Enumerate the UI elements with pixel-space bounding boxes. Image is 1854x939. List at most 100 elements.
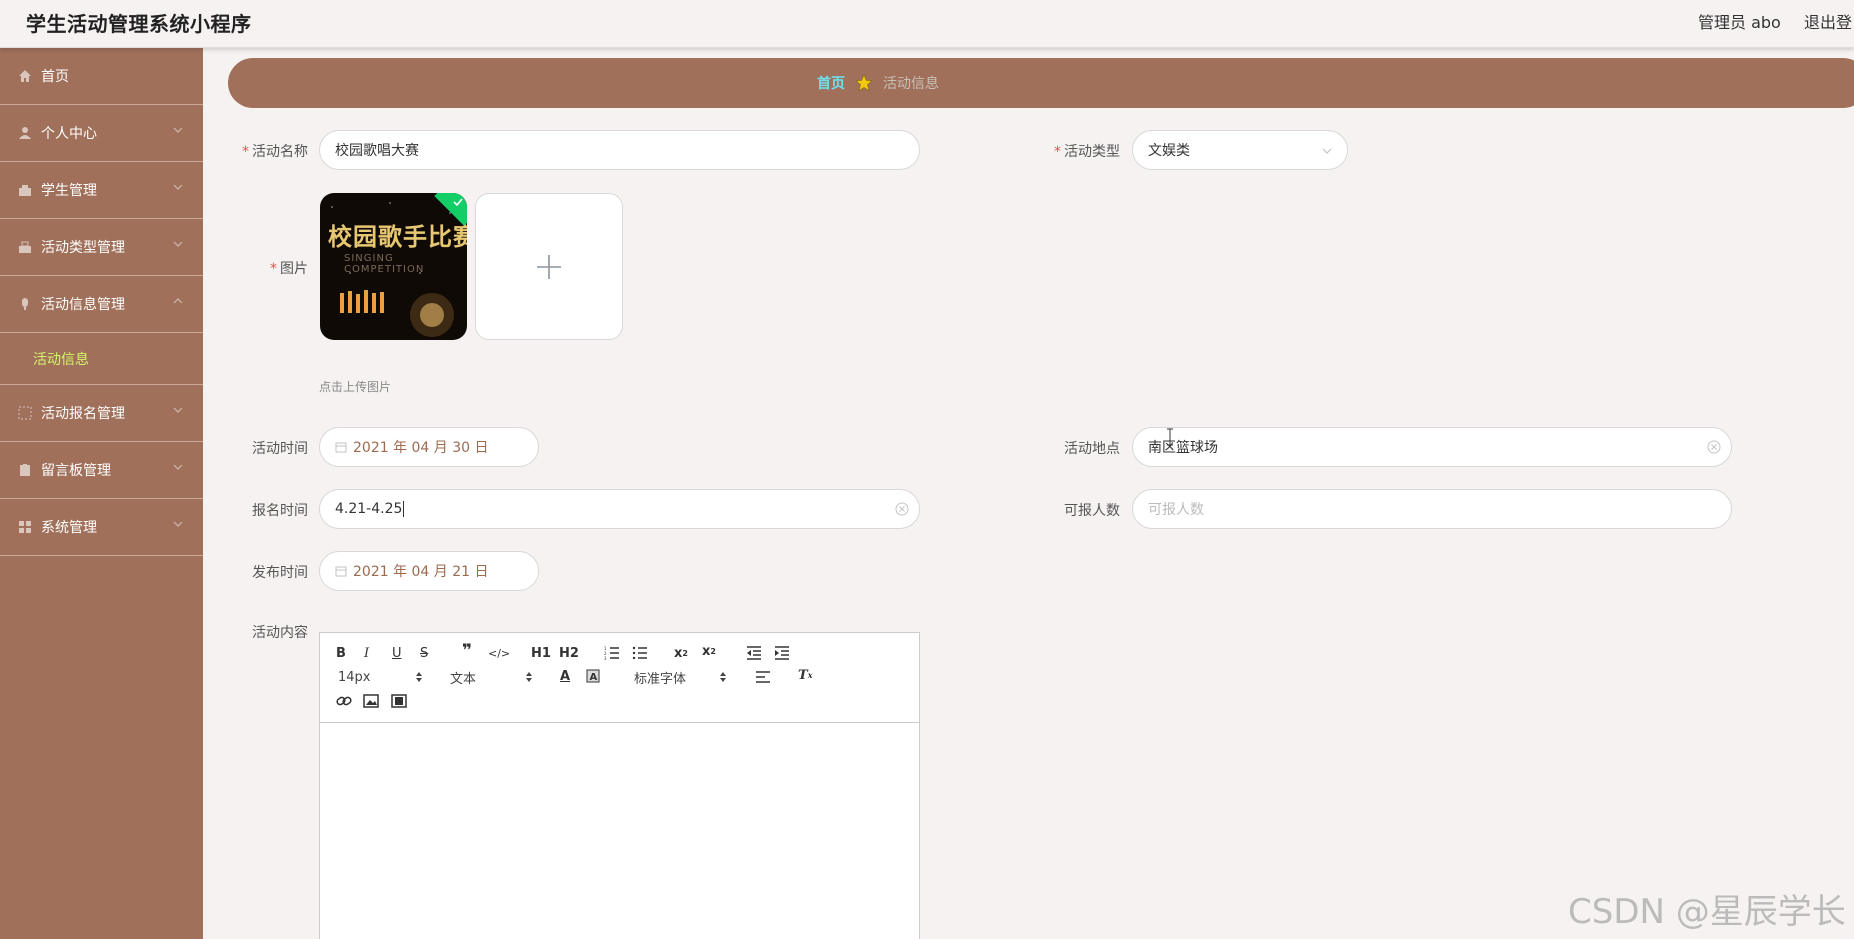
editor-toolbar: B I U S ❞ </> H1 H2 123 x2 x2 14px 文本 A …: [320, 633, 919, 723]
activity-location-input[interactable]: 南区篮球场: [1132, 427, 1732, 467]
publish-time-datepicker[interactable]: 2021 年 04 月 21 日: [319, 551, 539, 591]
sidebar-item-label: 系统管理: [41, 520, 97, 536]
label-text: 发布时间: [252, 565, 308, 581]
sidebar-item-profile[interactable]: 个人中心: [0, 105, 203, 162]
calendar-icon: [335, 566, 347, 577]
activity-name-label: * 活动名称: [198, 141, 308, 161]
text-caret: [403, 501, 405, 517]
superscript-button[interactable]: x2: [702, 642, 716, 660]
star-icon: [855, 74, 873, 92]
chevron-down-icon: [173, 184, 183, 190]
bold-button[interactable]: B: [336, 644, 346, 662]
svg-text:3: 3: [604, 656, 607, 660]
breadcrumb-home-link[interactable]: 首页: [817, 73, 845, 93]
check-icon: [453, 198, 463, 207]
rich-text-editor: B I U S ❞ </> H1 H2 123 x2 x2 14px 文本 A …: [319, 632, 920, 939]
select-arrows-icon: [720, 672, 726, 682]
label-text: 活动地点: [1064, 441, 1120, 457]
current-user: 管理员 abo: [1698, 13, 1781, 32]
sidebar-item-signups[interactable]: 活动报名管理: [0, 385, 203, 442]
link-icon[interactable]: [336, 692, 352, 710]
required-mark: *: [242, 144, 249, 160]
label-text: 图片: [280, 261, 308, 277]
image-icon[interactable]: [363, 692, 379, 710]
clear-icon[interactable]: [895, 502, 909, 516]
activity-time-datepicker[interactable]: 2021 年 04 月 30 日: [319, 427, 539, 467]
select-arrows-icon: [526, 672, 532, 682]
blockquote-button[interactable]: ❞: [462, 641, 472, 661]
home-icon: [17, 68, 33, 84]
image-label: * 图片: [198, 258, 308, 278]
input-value: 4.21-4.25: [335, 501, 403, 517]
block-type-select[interactable]: 文本: [450, 668, 476, 687]
underline-button[interactable]: U: [392, 644, 402, 662]
chevron-up-icon: [173, 298, 183, 304]
chevron-down-icon: [173, 127, 183, 133]
clear-icon[interactable]: [1707, 440, 1721, 454]
uploaded-image-thumbnail[interactable]: 校园歌手比赛 SINGING COMPETITION: [320, 193, 467, 340]
chevron-down-icon: [173, 521, 183, 527]
sidebar-item-students[interactable]: 学生管理: [0, 162, 203, 219]
sidebar-item-home[interactable]: 首页: [0, 48, 203, 105]
sidebar-item-label: 活动类型管理: [41, 240, 125, 256]
outdent-icon[interactable]: [746, 644, 762, 662]
thumbnail-title: 校园歌手比赛: [328, 223, 467, 251]
sidebar-item-label: 留言板管理: [41, 463, 111, 479]
settings-icon: [17, 519, 33, 535]
signup-icon: [17, 405, 33, 421]
input-value: 校园歌唱大赛: [335, 143, 419, 159]
capacity-input[interactable]: 可报人数: [1132, 489, 1732, 529]
chevron-down-icon: [173, 464, 183, 470]
plus-icon: [537, 254, 561, 279]
indent-icon[interactable]: [774, 644, 790, 662]
h2-button[interactable]: H2: [559, 644, 579, 662]
subscript-button[interactable]: x2: [674, 644, 688, 662]
app-title: 学生活动管理系统小程序: [26, 12, 252, 36]
strike-button[interactable]: S: [420, 644, 428, 662]
input-placeholder: 可报人数: [1148, 502, 1204, 518]
sidebar-item-activity-info[interactable]: 活动信息管理: [0, 276, 203, 333]
logout-button[interactable]: 退出登: [1804, 9, 1852, 33]
background-color-button[interactable]: A: [586, 667, 600, 685]
sidebar-item-system[interactable]: 系统管理: [0, 499, 203, 556]
chevron-down-icon: [173, 241, 183, 247]
activity-name-input[interactable]: 校园歌唱大赛: [319, 130, 920, 170]
activity-type-label: * 活动类型: [1010, 141, 1120, 161]
code-block-button[interactable]: </>: [488, 644, 510, 662]
editor-content-area[interactable]: [320, 723, 919, 939]
required-mark: *: [270, 261, 277, 277]
sidebar-item-messages[interactable]: 留言板管理: [0, 442, 203, 499]
upload-image-button[interactable]: [475, 193, 623, 340]
clear-format-button[interactable]: Tx: [798, 666, 812, 684]
align-left-icon[interactable]: [755, 668, 771, 686]
italic-button[interactable]: I: [364, 644, 369, 662]
ordered-list-icon[interactable]: 123: [604, 644, 620, 662]
top-bar: 学生活动管理系统小程序 管理员 abo 退出登: [0, 0, 1854, 48]
h1-button[interactable]: H1: [531, 644, 551, 662]
bullet-list-icon[interactable]: [632, 644, 648, 662]
label-text: 活动时间: [252, 441, 308, 457]
publish-time-label: 发布时间: [198, 562, 308, 582]
text-cursor-icon: [1167, 428, 1173, 446]
date-value: 2021 年 04 月 30 日: [353, 440, 489, 456]
chevron-down-icon: [1322, 148, 1332, 154]
font-size-select[interactable]: 14px: [338, 668, 371, 686]
activity-content-label: 活动内容: [198, 622, 308, 642]
svg-text:A: A: [590, 672, 598, 683]
sidebar-item-label: 首页: [41, 69, 69, 85]
required-mark: *: [1054, 144, 1061, 160]
activity-location-label: 活动地点: [1010, 438, 1120, 458]
label-text: 可报人数: [1064, 503, 1120, 519]
sidebar-item-label: 个人中心: [41, 126, 97, 142]
breadcrumb-current: 活动信息: [883, 76, 939, 92]
sidebar-item-activity-types[interactable]: 活动类型管理: [0, 219, 203, 276]
text-color-button[interactable]: A: [560, 667, 570, 685]
font-family-select[interactable]: 标准字体: [634, 668, 686, 687]
sidebar-subitem-activity-info[interactable]: 活动信息: [0, 333, 203, 385]
activity-type-select[interactable]: 文娱类: [1132, 130, 1348, 170]
user-icon: [17, 125, 33, 141]
info-icon: [17, 296, 33, 312]
video-icon[interactable]: [391, 692, 407, 710]
sidebar-item-label: 学生管理: [41, 183, 97, 199]
signup-time-input[interactable]: 4.21-4.25: [319, 489, 920, 529]
